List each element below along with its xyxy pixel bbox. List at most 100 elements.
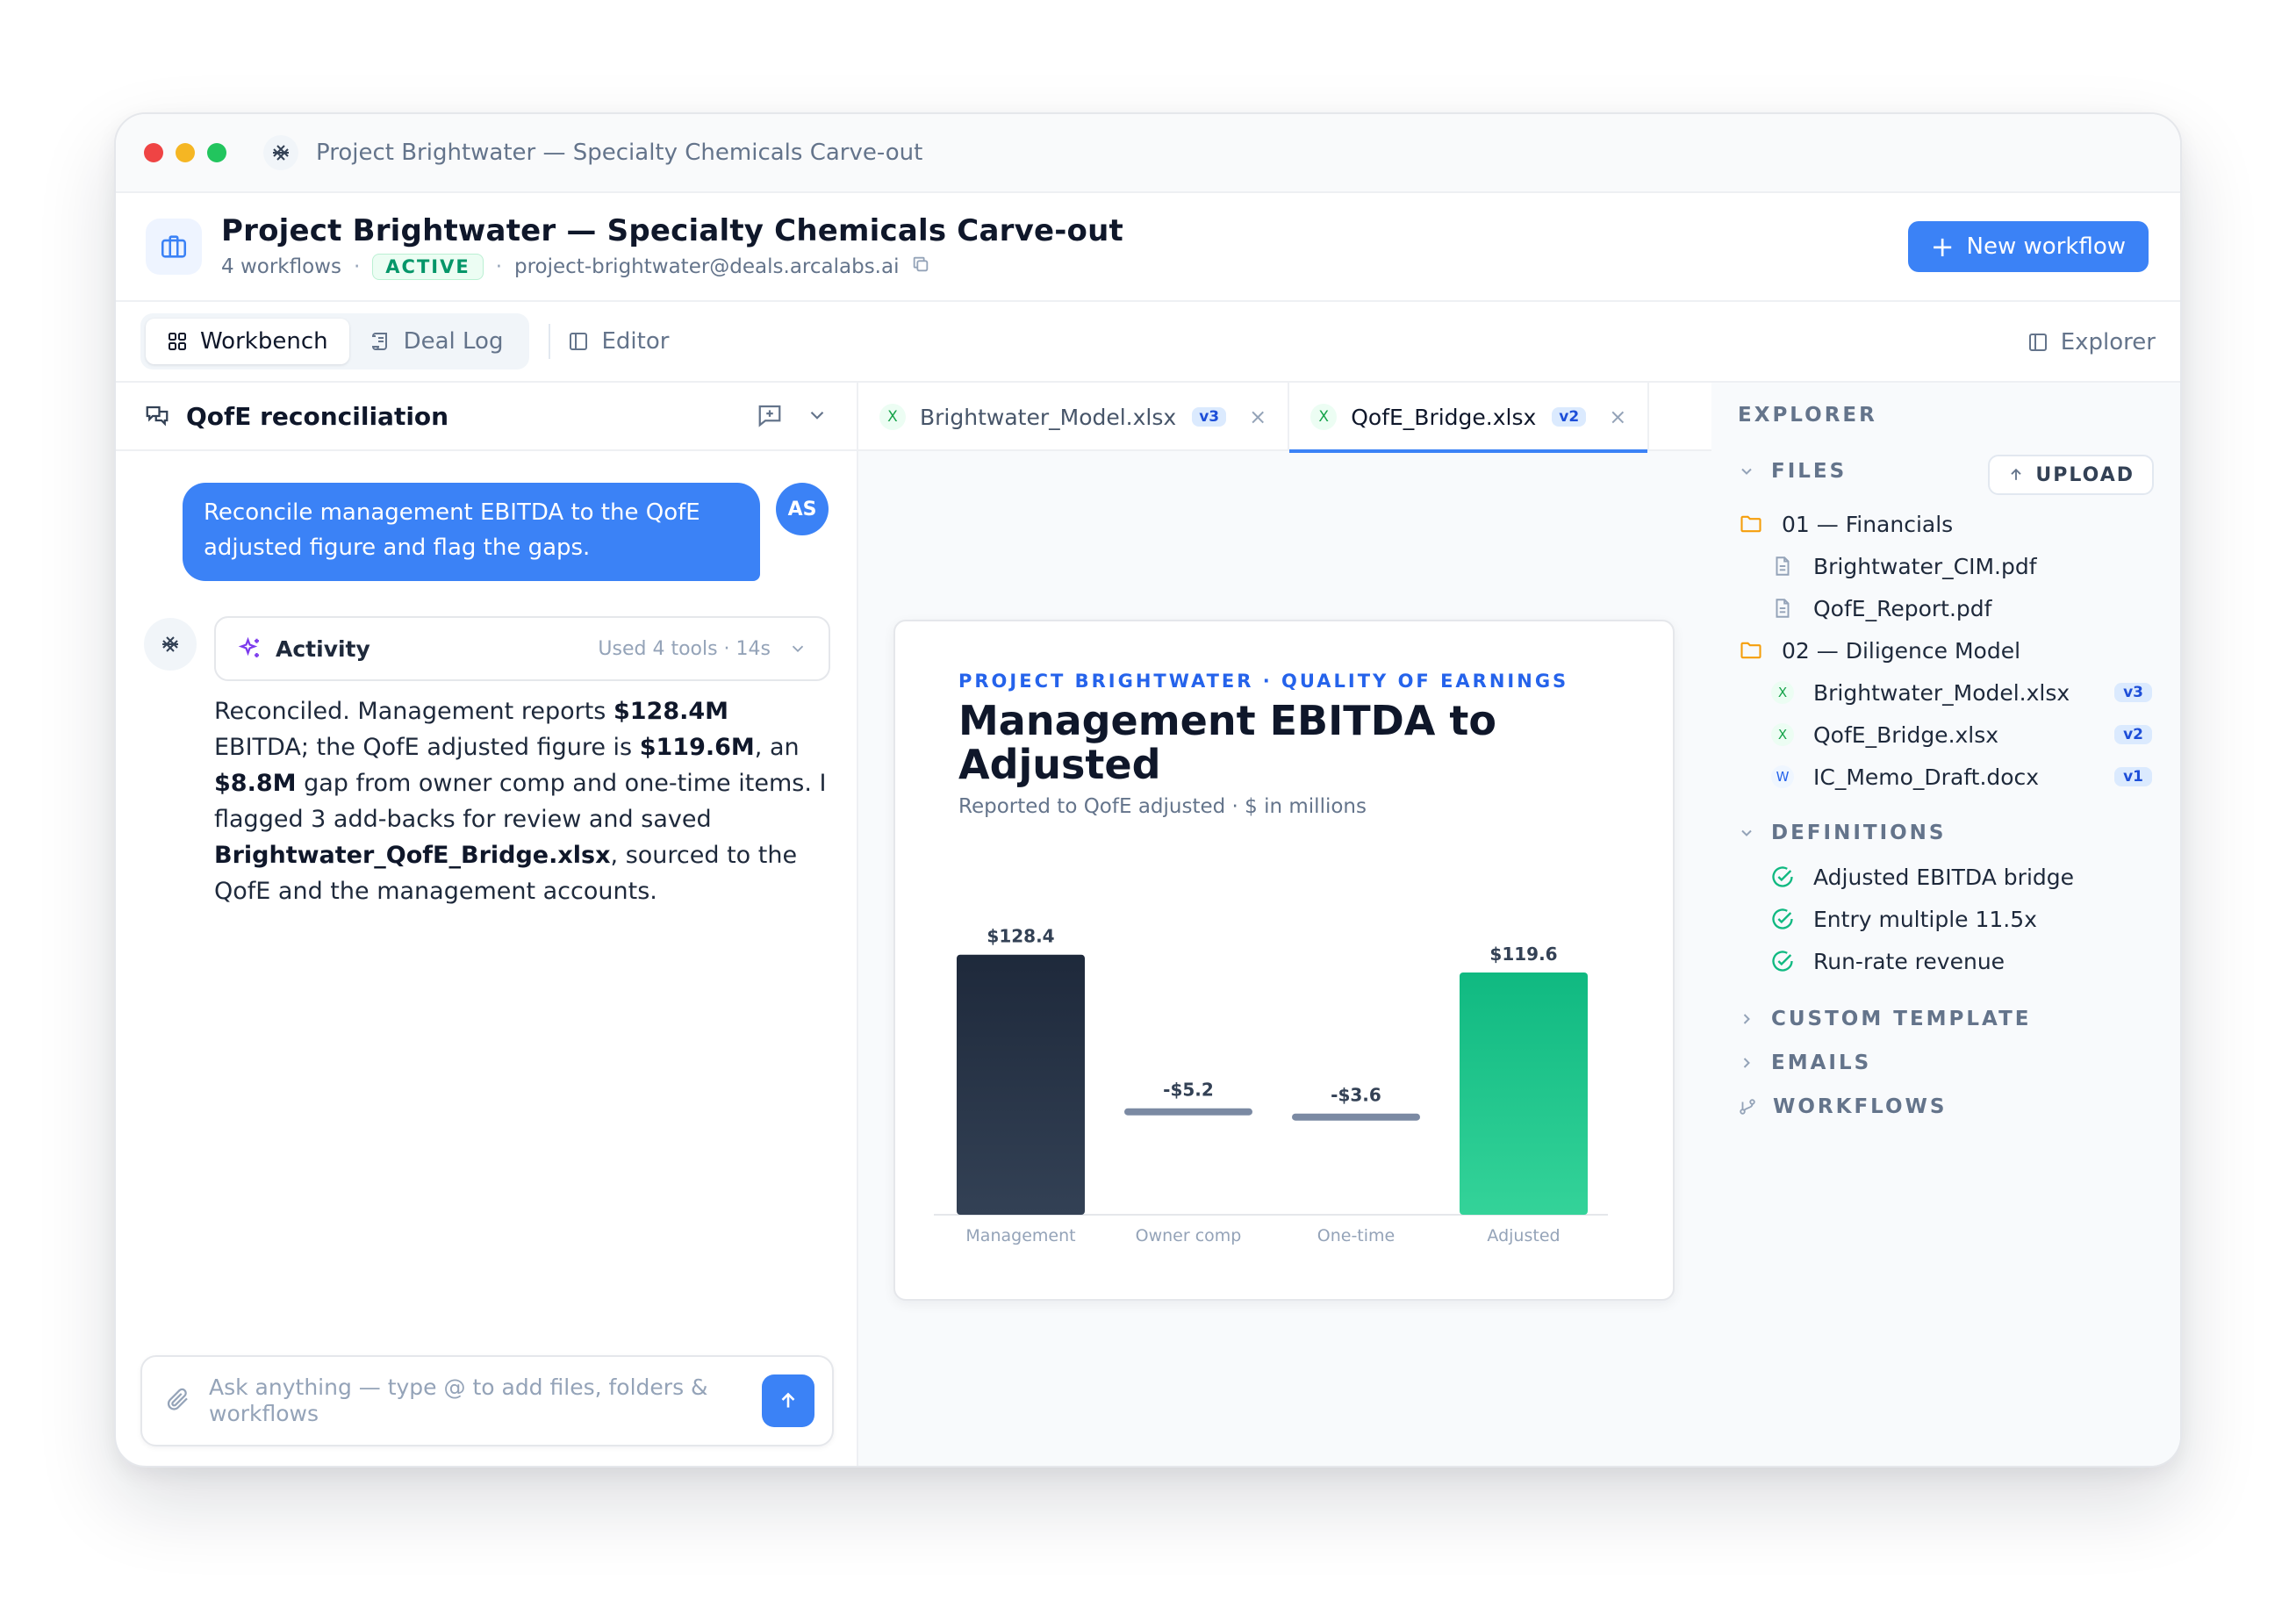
chart-bar-owner-comp bbox=[1124, 1108, 1252, 1116]
plus-icon: + bbox=[1930, 230, 1955, 263]
chart-category-label: Management bbox=[965, 1226, 1075, 1245]
sidebar-panel-icon bbox=[2028, 334, 2047, 351]
version-badge: v3 bbox=[1192, 407, 1227, 427]
chevron-down-icon[interactable] bbox=[806, 404, 829, 430]
chevron-down-icon bbox=[792, 645, 804, 653]
excel-icon: X bbox=[879, 404, 906, 430]
editor-panel: X Brightwater_Model.xlsx v3 × X QofE_Bri… bbox=[858, 383, 1711, 1466]
file-row[interactable]: X QofE_Bridge.xlsx v2 bbox=[1769, 721, 2180, 748]
arrow-up-icon bbox=[781, 1392, 795, 1408]
file-tabs: X Brightwater_Model.xlsx v3 × X QofE_Bri… bbox=[858, 383, 1711, 453]
tab-qofe-bridge[interactable]: X QofE_Bridge.xlsx v2 × bbox=[1289, 383, 1650, 453]
chat-header: QofE reconciliation bbox=[116, 383, 857, 451]
close-window-button[interactable] bbox=[144, 143, 163, 162]
version-badge: v3 bbox=[2114, 683, 2152, 702]
arrow-up-icon bbox=[2011, 468, 2022, 480]
assistant-message: Reconciled. Management reports $128.4M E… bbox=[214, 698, 827, 905]
chat-composer[interactable]: Ask anything — type @ to add files, fold… bbox=[140, 1355, 834, 1446]
chevron-right-icon bbox=[1743, 1058, 1750, 1068]
activity-meta: Used 4 tools · 14s bbox=[598, 637, 771, 660]
sparkles-icon bbox=[238, 636, 259, 657]
upload-button[interactable]: UPLOAD bbox=[1988, 455, 2154, 495]
word-icon: W bbox=[1771, 765, 1794, 788]
chart-card: PROJECT BRIGHTWATER · QUALITY OF EARNING… bbox=[893, 620, 1675, 1301]
chat-panel: QofE reconciliation Reconcile management… bbox=[116, 383, 858, 1466]
file-reference[interactable]: Brightwater_QofE_Bridge.xlsx bbox=[214, 842, 611, 869]
send-button[interactable] bbox=[762, 1374, 814, 1427]
user-message: Reconcile management EBITDA to the QofE … bbox=[183, 483, 760, 581]
file-row[interactable]: QofE_Report.pdf bbox=[1769, 595, 1991, 621]
definition-item[interactable]: Adjusted EBITDA bridge bbox=[1769, 864, 2074, 890]
workflows-section[interactable]: WORKFLOWS bbox=[1738, 1095, 1948, 1118]
file-row[interactable]: Brightwater_CIM.pdf bbox=[1769, 553, 2037, 579]
grid-icon bbox=[169, 333, 186, 350]
editor-toggle[interactable]: Editor bbox=[568, 328, 669, 355]
close-icon[interactable]: × bbox=[1609, 405, 1626, 429]
emails-section[interactable]: EMAILS bbox=[1738, 1051, 1871, 1074]
briefcase-icon bbox=[146, 219, 202, 275]
version-badge: v2 bbox=[2114, 725, 2152, 744]
chart-category-label: Owner comp bbox=[1136, 1226, 1242, 1245]
activity-summary[interactable]: Activity Used 4 tools · 14s bbox=[214, 616, 830, 681]
ebitda-bridge-chart: $128.4 Management -$5.2 Owner comp -$3.6 One-… bbox=[934, 926, 1608, 1245]
folder-icon bbox=[1738, 511, 1764, 537]
file-row[interactable]: X Brightwater_Model.xlsx v3 bbox=[1769, 679, 2180, 706]
tab-brightwater-model[interactable]: X Brightwater_Model.xlsx v3 × bbox=[858, 383, 1290, 451]
chart-category-label: Adjusted bbox=[1487, 1226, 1560, 1245]
avatar: AS bbox=[776, 483, 829, 535]
explorer-title: EXPLORER bbox=[1738, 404, 1877, 427]
folder-financials[interactable]: 01 — Financials bbox=[1738, 511, 1953, 537]
definitions-section[interactable]: DEFINITIONS bbox=[1738, 822, 1947, 844]
paperclip-icon[interactable] bbox=[165, 1386, 191, 1416]
definition-item[interactable]: Run-rate revenue bbox=[1769, 948, 2005, 974]
chart-category-label: One-time bbox=[1317, 1226, 1395, 1245]
conversation-title: QofE reconciliation bbox=[186, 401, 449, 431]
version-badge: v1 bbox=[2114, 767, 2152, 786]
file-icon bbox=[1769, 595, 1796, 621]
git-branch-icon bbox=[1740, 1099, 1755, 1115]
folder-diligence-model[interactable]: 02 — Diligence Model bbox=[1738, 637, 2020, 664]
sidebar-panel-icon bbox=[570, 333, 588, 350]
view-switcher: Workbench Deal Log bbox=[140, 313, 530, 370]
copy-icon[interactable] bbox=[911, 255, 930, 279]
chevron-down-icon bbox=[1741, 829, 1752, 836]
definition-item[interactable]: Entry multiple 11.5x bbox=[1769, 906, 2037, 932]
file-icon bbox=[1769, 553, 1796, 579]
new-workflow-button[interactable]: + New workflow bbox=[1907, 221, 2149, 272]
new-chat-icon[interactable] bbox=[757, 402, 783, 432]
chevron-down-icon bbox=[1741, 468, 1752, 475]
chart-data-label: -$3.6 bbox=[1331, 1085, 1381, 1106]
minimize-window-button[interactable] bbox=[176, 143, 195, 162]
tab-workbench[interactable]: Workbench bbox=[146, 319, 349, 364]
chart-bar-one-time bbox=[1292, 1113, 1420, 1121]
folder-icon bbox=[1738, 637, 1764, 664]
status-badge: ACTIVE bbox=[372, 254, 484, 280]
title-bar: Project Brightwater — Specialty Chemical… bbox=[116, 114, 2180, 193]
chart-bar-management bbox=[957, 954, 1085, 1215]
assistant-avatar-icon bbox=[144, 618, 197, 671]
maximize-window-button[interactable] bbox=[207, 143, 226, 162]
chart-data-label: -$5.2 bbox=[1163, 1080, 1214, 1101]
chart-bar-adjusted bbox=[1460, 972, 1588, 1215]
scroll-icon bbox=[371, 333, 387, 351]
project-title: Project Brightwater — Specialty Chemical… bbox=[221, 213, 1123, 248]
explorer-toggle[interactable]: Explorer bbox=[2027, 302, 2156, 383]
app-window: Project Brightwater — Specialty Chemical… bbox=[114, 112, 2182, 1468]
tab-deal-log[interactable]: Deal Log bbox=[349, 319, 525, 364]
chat-input[interactable]: Ask anything — type @ to add files, fold… bbox=[209, 1374, 735, 1427]
file-row[interactable]: W IC_Memo_Draft.docx v1 bbox=[1769, 764, 2180, 790]
explorer-panel: EXPLORER FILES UPLOAD 01 — Financials Br… bbox=[1711, 383, 2180, 1466]
chart-data-label: $128.4 bbox=[987, 926, 1054, 947]
files-section[interactable]: FILES bbox=[1738, 460, 1847, 483]
chart-data-label: $119.6 bbox=[1489, 944, 1557, 965]
close-icon[interactable]: × bbox=[1249, 405, 1266, 429]
check-circle-icon bbox=[1769, 906, 1796, 932]
app-logo-icon bbox=[263, 135, 298, 170]
check-circle-icon bbox=[1769, 948, 1796, 974]
excel-icon: X bbox=[1310, 404, 1338, 430]
workflow-count: 4 workflows bbox=[221, 255, 341, 278]
project-email: project-brightwater@deals.arcalabs.ai bbox=[514, 255, 900, 278]
project-header: Project Brightwater — Specialty Chemical… bbox=[116, 193, 2180, 302]
excel-icon: X bbox=[1771, 723, 1794, 746]
custom-template-section[interactable]: CUSTOM TEMPLATE bbox=[1738, 1008, 2031, 1030]
